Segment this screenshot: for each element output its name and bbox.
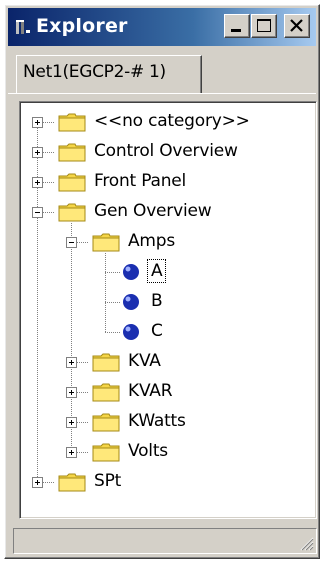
- blue-ball-icon: [123, 264, 139, 280]
- status-bar: [13, 528, 317, 554]
- folder-icon: [58, 143, 86, 162]
- tree-node-kwatts[interactable]: KWatts: [20, 407, 310, 437]
- folder-icon: [58, 473, 86, 492]
- folder-icon: [58, 173, 86, 192]
- tree-node-kva[interactable]: KVA: [20, 347, 310, 377]
- tree-node-label: SPt: [94, 471, 122, 491]
- tree-node-label: A: [146, 259, 167, 283]
- expand-icon[interactable]: [32, 147, 43, 158]
- tree-node-label: Gen Overview: [94, 201, 212, 221]
- tree-node-label: KWatts: [128, 411, 186, 431]
- folder-icon: [92, 443, 120, 462]
- tree-node-label: Control Overview: [94, 141, 238, 161]
- tree-node-amps[interactable]: Amps: [20, 227, 310, 257]
- explorer-window: Explorer Net1(EGCP2-# 1) <<no category>>…: [4, 4, 320, 559]
- tree-node-amps-a[interactable]: A: [20, 257, 310, 287]
- minimize-button[interactable]: [224, 14, 250, 38]
- folder-icon: [92, 233, 120, 252]
- folder-icon: [92, 413, 120, 432]
- expand-icon[interactable]: [66, 357, 77, 368]
- title-bar[interactable]: Explorer: [8, 8, 316, 46]
- maximize-icon: [257, 19, 271, 32]
- close-button[interactable]: [284, 14, 310, 38]
- folder-icon: [92, 353, 120, 372]
- tree-node-no-category[interactable]: <<no category>>: [20, 107, 310, 137]
- maximize-button[interactable]: [251, 14, 277, 38]
- folder-icon: [92, 383, 120, 402]
- tree-node-label: Amps: [128, 231, 176, 251]
- collapse-icon[interactable]: [66, 237, 77, 248]
- tree-node-control-overview[interactable]: Control Overview: [20, 137, 310, 167]
- tree-node-front-panel[interactable]: Front Panel: [20, 167, 310, 197]
- expand-icon[interactable]: [32, 117, 43, 128]
- expand-icon[interactable]: [66, 387, 77, 398]
- expand-icon[interactable]: [32, 177, 43, 188]
- folder-icon: [58, 113, 86, 132]
- expand-icon[interactable]: [66, 447, 77, 458]
- minimize-icon: [231, 29, 241, 32]
- folder-icon: [58, 203, 86, 222]
- tree-view[interactable]: <<no category>> Control Overview Front P…: [19, 101, 317, 519]
- tab-net1[interactable]: Net1(EGCP2-# 1): [16, 55, 202, 93]
- resize-grip-icon[interactable]: [298, 535, 314, 551]
- tree-node-volts[interactable]: Volts: [20, 437, 310, 467]
- tree-node-label: Front Panel: [94, 171, 187, 191]
- tree-node-amps-b[interactable]: B: [20, 287, 310, 317]
- tree-node-label: B: [151, 291, 163, 311]
- tree-node-kvar[interactable]: KVAR: [20, 377, 310, 407]
- tree-node-label: <<no category>>: [94, 111, 250, 131]
- tree-node-label: KVA: [128, 351, 161, 371]
- tree-node-label: KVAR: [128, 381, 173, 401]
- tab-underline: [8, 93, 316, 94]
- tree-node-spt[interactable]: SPt: [20, 467, 310, 497]
- tab-bar: Net1(EGCP2-# 1): [8, 49, 316, 99]
- expand-icon[interactable]: [32, 477, 43, 488]
- blue-ball-icon: [123, 324, 139, 340]
- explorer-icon: [16, 20, 30, 34]
- blue-ball-icon: [123, 294, 139, 310]
- tree-node-label: C: [151, 321, 163, 341]
- tree-node-label: Volts: [128, 441, 168, 461]
- collapse-icon[interactable]: [32, 207, 43, 218]
- tree-node-amps-c[interactable]: C: [20, 317, 310, 347]
- window-title: Explorer: [36, 15, 128, 37]
- close-icon: [290, 19, 303, 32]
- tree-node-gen-overview[interactable]: Gen Overview: [20, 197, 310, 227]
- expand-icon[interactable]: [66, 417, 77, 428]
